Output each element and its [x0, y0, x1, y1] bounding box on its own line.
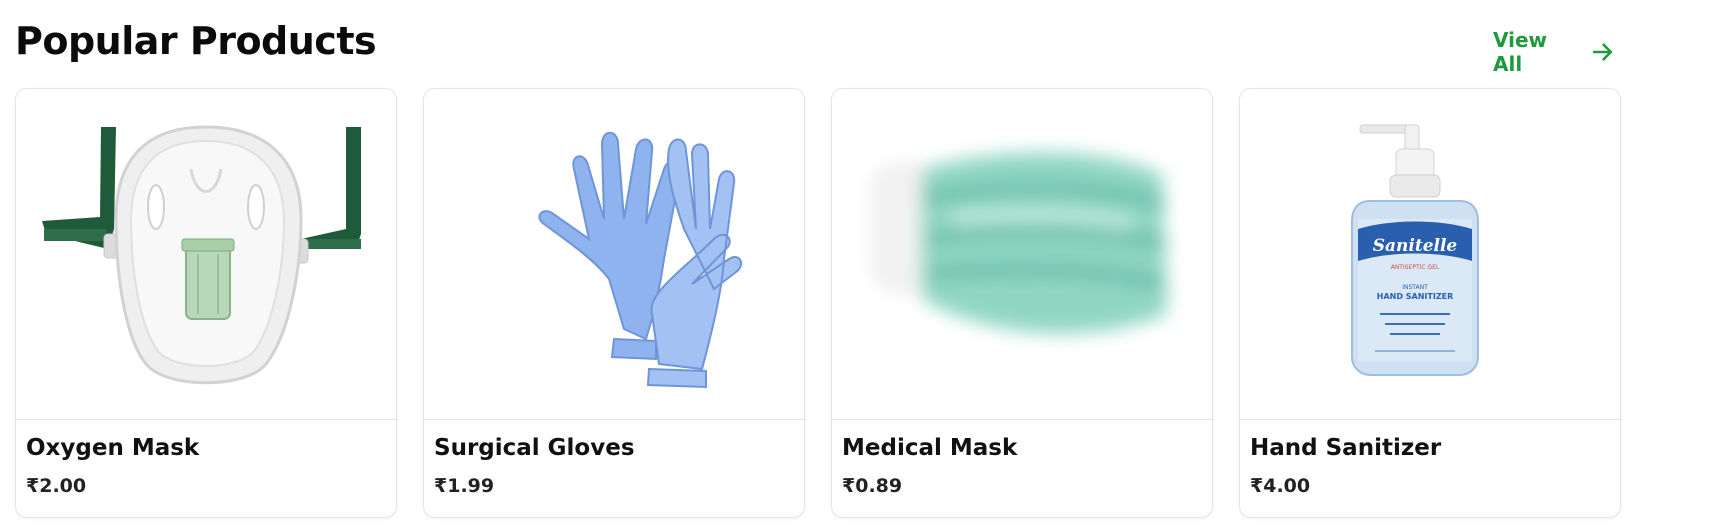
- sanitizer-line2-text: HAND SANITIZER: [1377, 292, 1454, 301]
- sanitizer-sub-text: ANTISEPTIC GEL: [1391, 264, 1440, 271]
- product-image-hand-sanitizer[interactable]: Sanitelle ANTISEPTIC GEL INSTANT HAND SA…: [1240, 89, 1620, 420]
- product-name[interactable]: Medical Mask: [842, 435, 1017, 461]
- product-card-medical-mask[interactable]: Medical Mask ₹0.89: [831, 88, 1213, 518]
- product-image-surgical-gloves[interactable]: [424, 89, 804, 420]
- product-price: ₹0.89: [842, 475, 903, 497]
- arrow-right-icon: [1592, 43, 1613, 61]
- product-price: ₹2.00: [26, 475, 87, 497]
- view-all-label: View All: [1493, 28, 1548, 76]
- product-card-surgical-gloves[interactable]: Surgical Gloves ₹1.99: [423, 88, 805, 518]
- product-name[interactable]: Hand Sanitizer: [1250, 435, 1441, 461]
- section-header: Popular Products View All: [15, 18, 1615, 76]
- sanitizer-line1-text: INSTANT: [1402, 284, 1428, 291]
- product-price: ₹1.99: [434, 475, 495, 497]
- product-name[interactable]: Surgical Gloves: [434, 435, 635, 461]
- product-name[interactable]: Oxygen Mask: [26, 435, 199, 461]
- product-price: ₹4.00: [1250, 475, 1311, 497]
- page-title: Popular Products: [15, 19, 377, 63]
- product-image-oxygen-mask[interactable]: [16, 89, 396, 420]
- product-card-oxygen-mask[interactable]: Oxygen Mask ₹2.00: [15, 88, 397, 518]
- sanitizer-brand-text: Sanitelle: [1373, 236, 1458, 256]
- product-card-hand-sanitizer[interactable]: Sanitelle ANTISEPTIC GEL INSTANT HAND SA…: [1239, 88, 1621, 518]
- product-image-medical-mask[interactable]: [832, 89, 1212, 420]
- view-all-link[interactable]: View All: [1493, 28, 1615, 76]
